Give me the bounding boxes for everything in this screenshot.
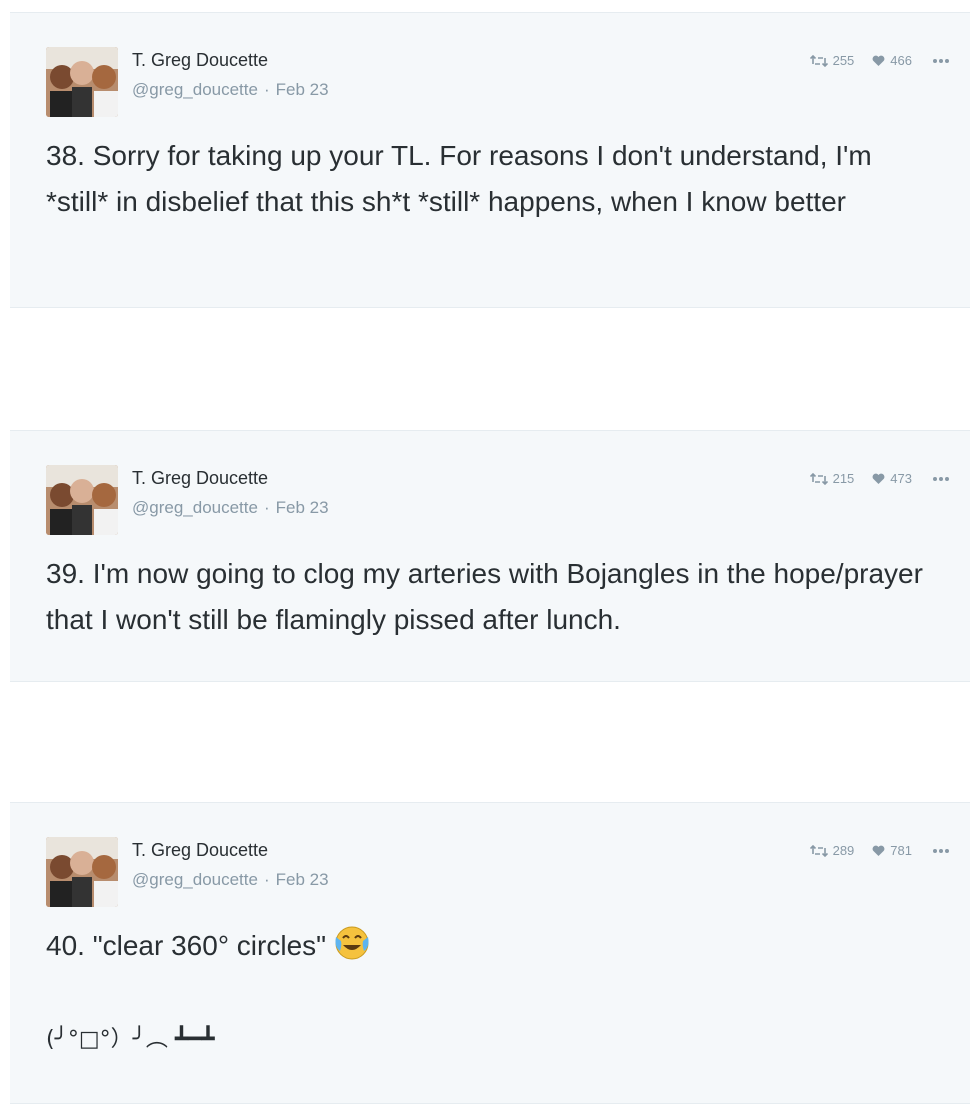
retweet-count: 215 — [832, 471, 855, 486]
separator: · — [263, 870, 270, 889]
retweet-button[interactable]: 255 — [809, 53, 855, 68]
tweet-actions: 289 781 — [809, 843, 950, 858]
author-name[interactable]: T. Greg Doucette — [132, 840, 268, 861]
tweet-date[interactable]: Feb 23 — [276, 80, 329, 99]
like-count: 781 — [890, 843, 912, 858]
author-handle[interactable]: @greg_doucette — [132, 80, 258, 99]
face-with-tears-of-joy-icon — [332, 923, 372, 975]
tweet-text: 40. "clear 360° circles" — [46, 930, 327, 961]
handle-line: @greg_doucette · Feb 23 — [132, 498, 329, 518]
retweet-icon — [809, 54, 828, 67]
kaomoji-text: (╯°□°）╯︵ ┻━┻ — [46, 1027, 215, 1052]
separator: · — [263, 498, 270, 517]
like-button[interactable]: 473 — [872, 471, 912, 486]
like-button[interactable]: 781 — [872, 843, 912, 858]
heart-icon — [872, 845, 885, 856]
avatar-photo — [46, 465, 118, 535]
handle-line: @greg_doucette · Feb 23 — [132, 80, 329, 100]
like-button[interactable]: 466 — [872, 53, 912, 68]
retweet-icon — [809, 472, 828, 485]
author-name[interactable]: T. Greg Doucette — [132, 50, 268, 71]
tweet-text: 39. I'm now going to clog my arteries wi… — [46, 558, 931, 635]
tweet-date[interactable]: Feb 23 — [276, 498, 329, 517]
avatar[interactable] — [46, 465, 118, 535]
more-dots-icon — [933, 476, 949, 481]
tweet-date[interactable]: Feb 23 — [276, 870, 329, 889]
handle-line: @greg_doucette · Feb 23 — [132, 870, 329, 890]
heart-icon — [872, 473, 885, 484]
author-handle[interactable]: @greg_doucette — [132, 870, 258, 889]
retweet-count: 255 — [832, 53, 855, 68]
retweet-button[interactable]: 215 — [809, 471, 855, 486]
like-count: 473 — [890, 471, 912, 486]
like-count: 466 — [890, 53, 912, 68]
avatar-photo — [46, 837, 118, 907]
tweet-text: 38. Sorry for taking up your TL. For rea… — [46, 140, 880, 217]
retweet-count: 289 — [832, 843, 855, 858]
avatar[interactable] — [46, 47, 118, 117]
author-handle[interactable]: @greg_doucette — [132, 498, 258, 517]
tweet-actions: 215 473 — [809, 471, 950, 486]
tweet-card[interactable]: T. Greg Doucette @greg_doucette · Feb 23 2… — [10, 802, 970, 1104]
tweet-text-row: 40. "clear 360° circles" — [46, 923, 940, 975]
retweet-icon — [809, 844, 828, 857]
more-dots-icon — [933, 848, 949, 853]
more-button[interactable] — [932, 58, 950, 64]
avatar[interactable] — [46, 837, 118, 907]
heart-icon — [872, 55, 885, 66]
more-button[interactable] — [932, 476, 950, 482]
tweet-card[interactable]: T. Greg Doucette @greg_doucette · Feb 23 2… — [10, 430, 970, 682]
author-name[interactable]: T. Greg Doucette — [132, 468, 268, 489]
tweet-actions: 255 466 — [809, 53, 950, 68]
more-button[interactable] — [932, 848, 950, 854]
separator: · — [263, 80, 270, 99]
retweet-button[interactable]: 289 — [809, 843, 855, 858]
tweet-card[interactable]: T. Greg Doucette @greg_doucette · Feb 23 2… — [10, 12, 970, 308]
more-dots-icon — [933, 58, 949, 63]
avatar-photo — [46, 47, 118, 117]
